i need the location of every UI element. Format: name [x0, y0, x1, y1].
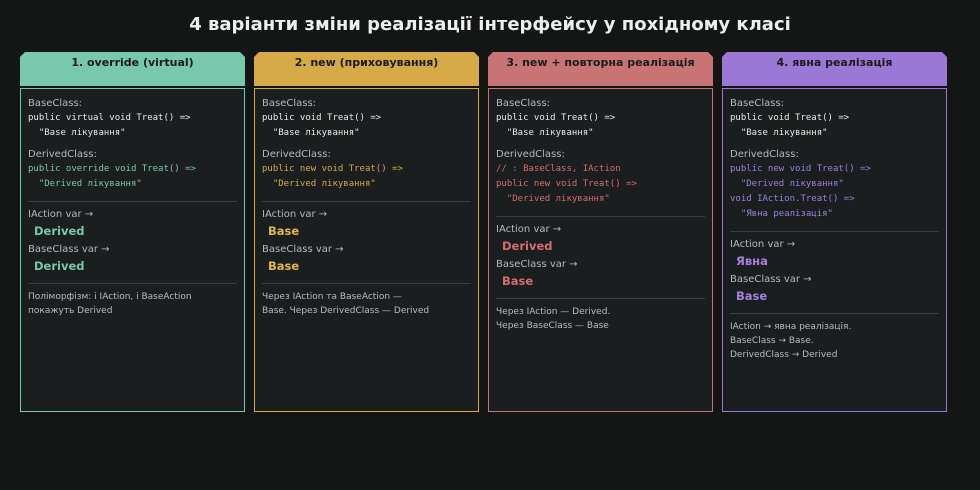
base-code-line: public void Treat() =>: [496, 113, 616, 123]
divider: [28, 283, 237, 284]
derived-code-line: "Derived лікування": [730, 179, 844, 189]
derived-code-line: public new void Treat() =>: [262, 164, 403, 174]
derived-code-line: public override void Treat() =>: [28, 164, 196, 174]
note-line: Через IAction та BaseAction —: [262, 292, 402, 302]
column-panel: BaseClass: public void Treat() => "Base …: [488, 88, 713, 412]
base-code-line: "Base лікування": [496, 128, 594, 138]
iaction-var-label: IAction var →: [262, 209, 328, 220]
note-line: Через IAction — Derived.: [496, 307, 611, 317]
iaction-result: Derived: [34, 224, 85, 238]
base-code-line: public void Treat() =>: [730, 113, 850, 123]
diagram-title: 4 варіанти зміни реалізації інтерфейсу у…: [189, 14, 791, 35]
divider: [28, 201, 237, 202]
derived-code-line: "Derived лікування": [262, 179, 376, 189]
baseclass-result: Base: [268, 259, 300, 273]
baseclass-result: Base: [502, 274, 534, 288]
column-panel: BaseClass: public virtual void Treat() =…: [20, 88, 245, 412]
divider: [730, 313, 939, 314]
base-code-line: public void Treat() =>: [262, 113, 382, 123]
divider: [262, 201, 471, 202]
note-line: BaseClass → Base.: [730, 336, 814, 346]
baseclass-var-label: BaseClass var →: [730, 274, 812, 285]
divider: [496, 216, 705, 217]
baseclass-result: Derived: [34, 259, 85, 273]
iaction-var-label: IAction var →: [28, 209, 94, 220]
base-code-line: "Base лікування": [730, 128, 828, 138]
base-code-line: public virtual void Treat() =>: [28, 113, 191, 123]
note-line: IAction → явна реалізація.: [730, 322, 852, 332]
base-class-label: BaseClass:: [262, 98, 317, 109]
baseclass-var-label: BaseClass var →: [496, 259, 578, 270]
iaction-result: Base: [268, 224, 300, 238]
baseclass-result: Base: [736, 289, 768, 303]
note-line: покажуть Derived: [28, 306, 113, 316]
divider: [730, 231, 939, 232]
derived-class-label: DerivedClass:: [730, 149, 799, 160]
derived-class-label: DerivedClass:: [262, 149, 331, 160]
variant-reimplementation-column: 3. new + повторна реалізація BaseClass: …: [488, 52, 713, 412]
iaction-result: Derived: [502, 239, 553, 253]
column-header: 2. new (приховування): [254, 52, 479, 86]
variant-new-column: 2. new (приховування) BaseClass: public …: [254, 52, 479, 412]
derived-code-line: "Derived лікування": [28, 179, 142, 189]
variant-override-column: 1. override (virtual) BaseClass: public …: [20, 52, 245, 412]
note-line: DerivedClass → Derived: [730, 350, 838, 360]
derived-code-line: void IAction.Treat() =>: [730, 194, 855, 204]
base-class-label: BaseClass:: [28, 98, 83, 109]
note-line: Через BaseClass — Base: [496, 321, 609, 331]
divider: [496, 298, 705, 299]
derived-code-line: "Derived лікування": [496, 194, 610, 204]
column-header: 1. override (virtual): [20, 52, 245, 86]
iaction-result: Явна: [736, 254, 768, 268]
variant-explicit-column: 4. явна реалізація BaseClass: public voi…: [722, 52, 947, 412]
baseclass-var-label: BaseClass var →: [28, 244, 110, 255]
derived-code-line: public new void Treat() =>: [496, 179, 637, 189]
iaction-var-label: IAction var →: [496, 224, 562, 235]
column-panel: BaseClass: public void Treat() => "Base …: [722, 88, 947, 412]
base-class-label: BaseClass:: [730, 98, 785, 109]
note-line: Base. Через DerivedClass — Derived: [262, 306, 430, 316]
column-header: 3. new + повторна реалізація: [488, 52, 713, 86]
base-code-line: "Base лікування": [262, 128, 360, 138]
derived-class-label: DerivedClass:: [496, 149, 565, 160]
base-class-label: BaseClass:: [496, 98, 551, 109]
iaction-var-label: IAction var →: [730, 239, 796, 250]
baseclass-var-label: BaseClass var →: [262, 244, 344, 255]
derived-code-line: // : BaseClass, IAction: [496, 164, 621, 174]
column-panel: BaseClass: public void Treat() => "Base …: [254, 88, 479, 412]
derived-code-line: "Явна реалізація": [730, 209, 833, 219]
base-code-line: "Base лікування": [28, 128, 126, 138]
divider: [262, 283, 471, 284]
derived-code-line: public new void Treat() =>: [730, 164, 871, 174]
derived-class-label: DerivedClass:: [28, 149, 97, 160]
note-line: Поліморфізм: і IAction, і BaseAction: [28, 292, 192, 302]
column-header: 4. явна реалізація: [722, 52, 947, 86]
